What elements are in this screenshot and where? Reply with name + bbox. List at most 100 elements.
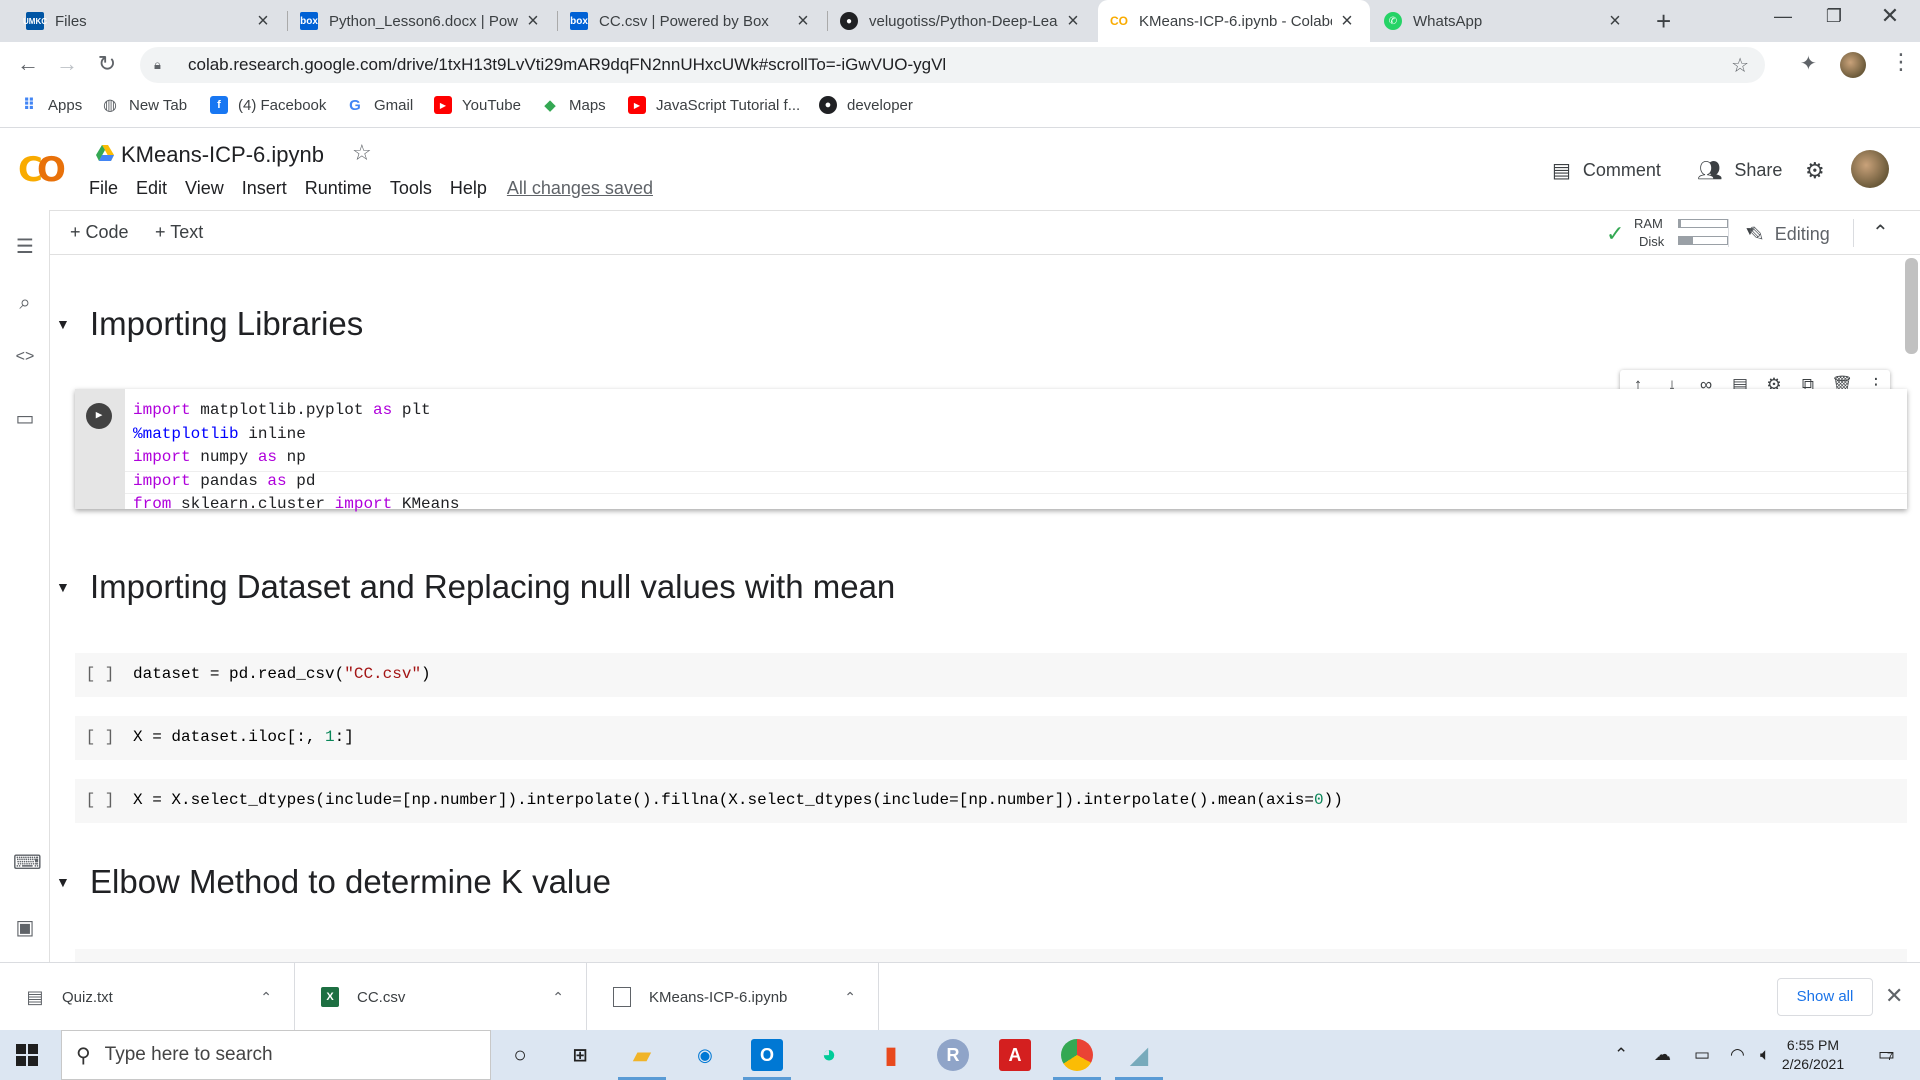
windows-start-icon[interactable] bbox=[16, 1044, 38, 1066]
bookmark-javascript-tutorial[interactable]: ▶ JavaScript Tutorial f... bbox=[628, 96, 800, 114]
forward-icon[interactable]: → bbox=[53, 52, 81, 76]
office-icon[interactable]: ▮ bbox=[875, 1039, 907, 1071]
task-view-icon[interactable]: ⊞ bbox=[564, 1039, 596, 1071]
minimize-icon[interactable]: — bbox=[1763, 6, 1803, 27]
wifi-icon[interactable]: ◠ bbox=[1730, 1045, 1745, 1065]
command-palette-icon[interactable]: ⌨ bbox=[13, 850, 42, 875]
files-folder-icon[interactable]: ▭ bbox=[13, 406, 37, 431]
cell-run-prompt[interactable]: [ ] bbox=[75, 665, 125, 683]
r-studio-icon[interactable]: R bbox=[937, 1039, 969, 1071]
bookmark-gmail[interactable]: G Gmail bbox=[346, 96, 413, 114]
address-bar[interactable]: 🔒︎ colab.research.google.com/drive/1txH1… bbox=[140, 47, 1765, 83]
close-downloads-icon[interactable]: ✕ bbox=[1885, 983, 1903, 1009]
download-item-quiz[interactable]: ▤ Quiz.txt ⌃ bbox=[0, 963, 295, 1031]
teams-icon[interactable]: ◉ bbox=[689, 1039, 721, 1071]
share-button[interactable]: 👥︎ Share bbox=[1697, 158, 1782, 183]
menu-edit[interactable]: Edit bbox=[136, 178, 167, 199]
table-of-contents-icon[interactable]: ☰ bbox=[13, 234, 37, 259]
save-status[interactable]: All changes saved bbox=[507, 178, 653, 199]
notebook-title[interactable]: KMeans-ICP-6.ipynb bbox=[121, 142, 324, 168]
tab-files[interactable]: UMKC Files × bbox=[14, 0, 286, 42]
menu-help[interactable]: Help bbox=[450, 178, 487, 199]
code-editor[interactable]: import matplotlib.pyplot as plt %matplotl… bbox=[125, 389, 1907, 513]
terminal-icon[interactable]: ▣ bbox=[13, 915, 37, 940]
close-tab-icon[interactable]: × bbox=[524, 11, 542, 31]
show-hidden-icons-chevron[interactable]: ⌃ bbox=[1614, 1045, 1628, 1065]
close-tab-icon[interactable]: × bbox=[1064, 11, 1082, 31]
add-text-button[interactable]: + Text bbox=[155, 222, 203, 243]
taskbar-search-box[interactable]: ⚲ Type here to search bbox=[61, 1030, 491, 1080]
code-cell-iloc[interactable]: [ ] X = dataset.iloc[:, 1:] bbox=[75, 716, 1907, 760]
download-item-notebook[interactable]: KMeans-ICP-6.ipynb ⌃ bbox=[587, 963, 879, 1031]
bookmark-facebook[interactable]: f (4) Facebook bbox=[210, 96, 326, 114]
run-cell-button[interactable]: ▶ bbox=[86, 403, 112, 429]
bookmark-maps[interactable]: ◆ Maps bbox=[541, 96, 605, 115]
code-snippets-icon[interactable]: <> bbox=[13, 348, 37, 366]
reload-icon[interactable]: ↻ bbox=[93, 52, 121, 76]
collapse-header-icon[interactable]: ⌃ bbox=[1872, 220, 1889, 245]
new-tab-button[interactable]: + bbox=[1656, 8, 1671, 34]
chevron-up-icon[interactable]: ⌃ bbox=[552, 989, 564, 1006]
account-avatar[interactable] bbox=[1851, 150, 1889, 188]
outlook-icon[interactable]: O bbox=[751, 1039, 783, 1071]
menu-runtime[interactable]: Runtime bbox=[305, 178, 372, 199]
file-explorer-icon[interactable]: ▰ bbox=[626, 1039, 658, 1071]
battery-icon[interactable]: ▭ bbox=[1694, 1045, 1710, 1065]
taskbar-clock[interactable]: 6:55 PM 2/26/2021 bbox=[1768, 1036, 1858, 1074]
code-cell-partial[interactable] bbox=[75, 949, 1907, 962]
url-text[interactable]: colab.research.google.com/drive/1txH13t9… bbox=[188, 55, 946, 75]
section-importing-dataset[interactable]: ▼ Importing Dataset and Replacing null v… bbox=[50, 568, 895, 606]
collapse-caret-icon[interactable]: ▼ bbox=[56, 874, 70, 890]
cell-run-prompt[interactable]: [ ] bbox=[75, 791, 125, 809]
add-code-button[interactable]: + Code bbox=[70, 222, 129, 243]
collapse-caret-icon[interactable]: ▼ bbox=[56, 316, 70, 332]
cortana-icon[interactable]: ○ bbox=[504, 1039, 536, 1071]
colab-logo[interactable]: CO bbox=[18, 150, 66, 190]
collapse-caret-icon[interactable]: ▼ bbox=[56, 579, 70, 595]
tab-whatsapp[interactable]: ✆ WhatsApp × bbox=[1372, 0, 1638, 42]
chevron-up-icon[interactable]: ⌃ bbox=[260, 989, 272, 1006]
star-notebook-icon[interactable]: ☆ bbox=[352, 140, 372, 166]
bookmark-apps[interactable]: ⠿ Apps bbox=[20, 96, 82, 115]
chevron-up-icon[interactable]: ⌃ bbox=[844, 989, 856, 1006]
chrome-icon[interactable] bbox=[1061, 1039, 1093, 1071]
acrobat-icon[interactable]: A bbox=[999, 1039, 1031, 1071]
bookmark-new-tab[interactable]: ◍ New Tab bbox=[101, 96, 187, 115]
menu-file[interactable]: File bbox=[89, 178, 118, 199]
close-tab-icon[interactable]: × bbox=[794, 11, 812, 31]
editing-mode-button[interactable]: ✎ Editing bbox=[1748, 222, 1830, 247]
cell-run-prompt[interactable]: [ ] bbox=[75, 728, 125, 746]
restore-icon[interactable]: ❐ bbox=[1814, 6, 1854, 27]
menu-tools[interactable]: Tools bbox=[390, 178, 432, 199]
tab-python-lesson6[interactable]: box Python_Lesson6.docx | Powered by Box… bbox=[288, 0, 556, 42]
notifications-icon[interactable]: ▭ 7 bbox=[1878, 1044, 1895, 1065]
bookmark-developer[interactable]: ● developer bbox=[819, 96, 913, 114]
edge-icon[interactable]: ◕ bbox=[813, 1039, 845, 1071]
profile-avatar[interactable] bbox=[1840, 52, 1866, 78]
bookmark-youtube[interactable]: ▶ YouTube bbox=[434, 96, 521, 114]
section-elbow-method[interactable]: ▼ Elbow Method to determine K value bbox=[50, 863, 611, 901]
app-icon[interactable]: ◢ bbox=[1123, 1039, 1155, 1071]
onedrive-icon[interactable]: ☁ bbox=[1654, 1045, 1671, 1065]
ram-disk-indicator[interactable]: ✓ RAM Disk ▼ bbox=[1606, 215, 1756, 251]
tab-github[interactable]: ● velugotiss/Python-Deep-Learning × bbox=[828, 0, 1096, 42]
chrome-menu-icon[interactable]: ⋮ bbox=[1890, 49, 1912, 75]
code-cell-imports[interactable]: ▶ import matplotlib.pyplot as plt %matplo… bbox=[75, 389, 1907, 513]
tab-colab-active[interactable]: CO KMeans-ICP-6.ipynb - Colaboratory × bbox=[1098, 0, 1370, 42]
close-tab-icon[interactable]: × bbox=[1338, 11, 1356, 31]
download-item-cc-csv[interactable]: X CC.csv ⌃ bbox=[295, 963, 587, 1031]
menu-insert[interactable]: Insert bbox=[242, 178, 287, 199]
settings-gear-icon[interactable]: ⚙ bbox=[1805, 158, 1825, 184]
section-importing-libraries[interactable]: ▼ Importing Libraries bbox=[50, 305, 363, 343]
search-icon[interactable]: ⌕ bbox=[13, 292, 37, 315]
close-tab-icon[interactable]: × bbox=[254, 11, 272, 31]
code-cell-fillna[interactable]: [ ] X = X.select_dtypes(include=[np.numb… bbox=[75, 779, 1907, 823]
comment-button[interactable]: ▤ Comment bbox=[1552, 158, 1661, 183]
bookmark-star-icon[interactable]: ☆ bbox=[1731, 53, 1749, 78]
code-cell-read-csv[interactable]: [ ] dataset = pd.read_csv("CC.csv") bbox=[75, 653, 1907, 697]
show-all-downloads-button[interactable]: Show all bbox=[1777, 978, 1873, 1016]
close-tab-icon[interactable]: × bbox=[1606, 11, 1624, 31]
back-icon[interactable]: ← bbox=[14, 52, 42, 76]
extensions-icon[interactable]: ✦ bbox=[1800, 51, 1817, 76]
tab-cc-csv[interactable]: box CC.csv | Powered by Box × bbox=[558, 0, 826, 42]
